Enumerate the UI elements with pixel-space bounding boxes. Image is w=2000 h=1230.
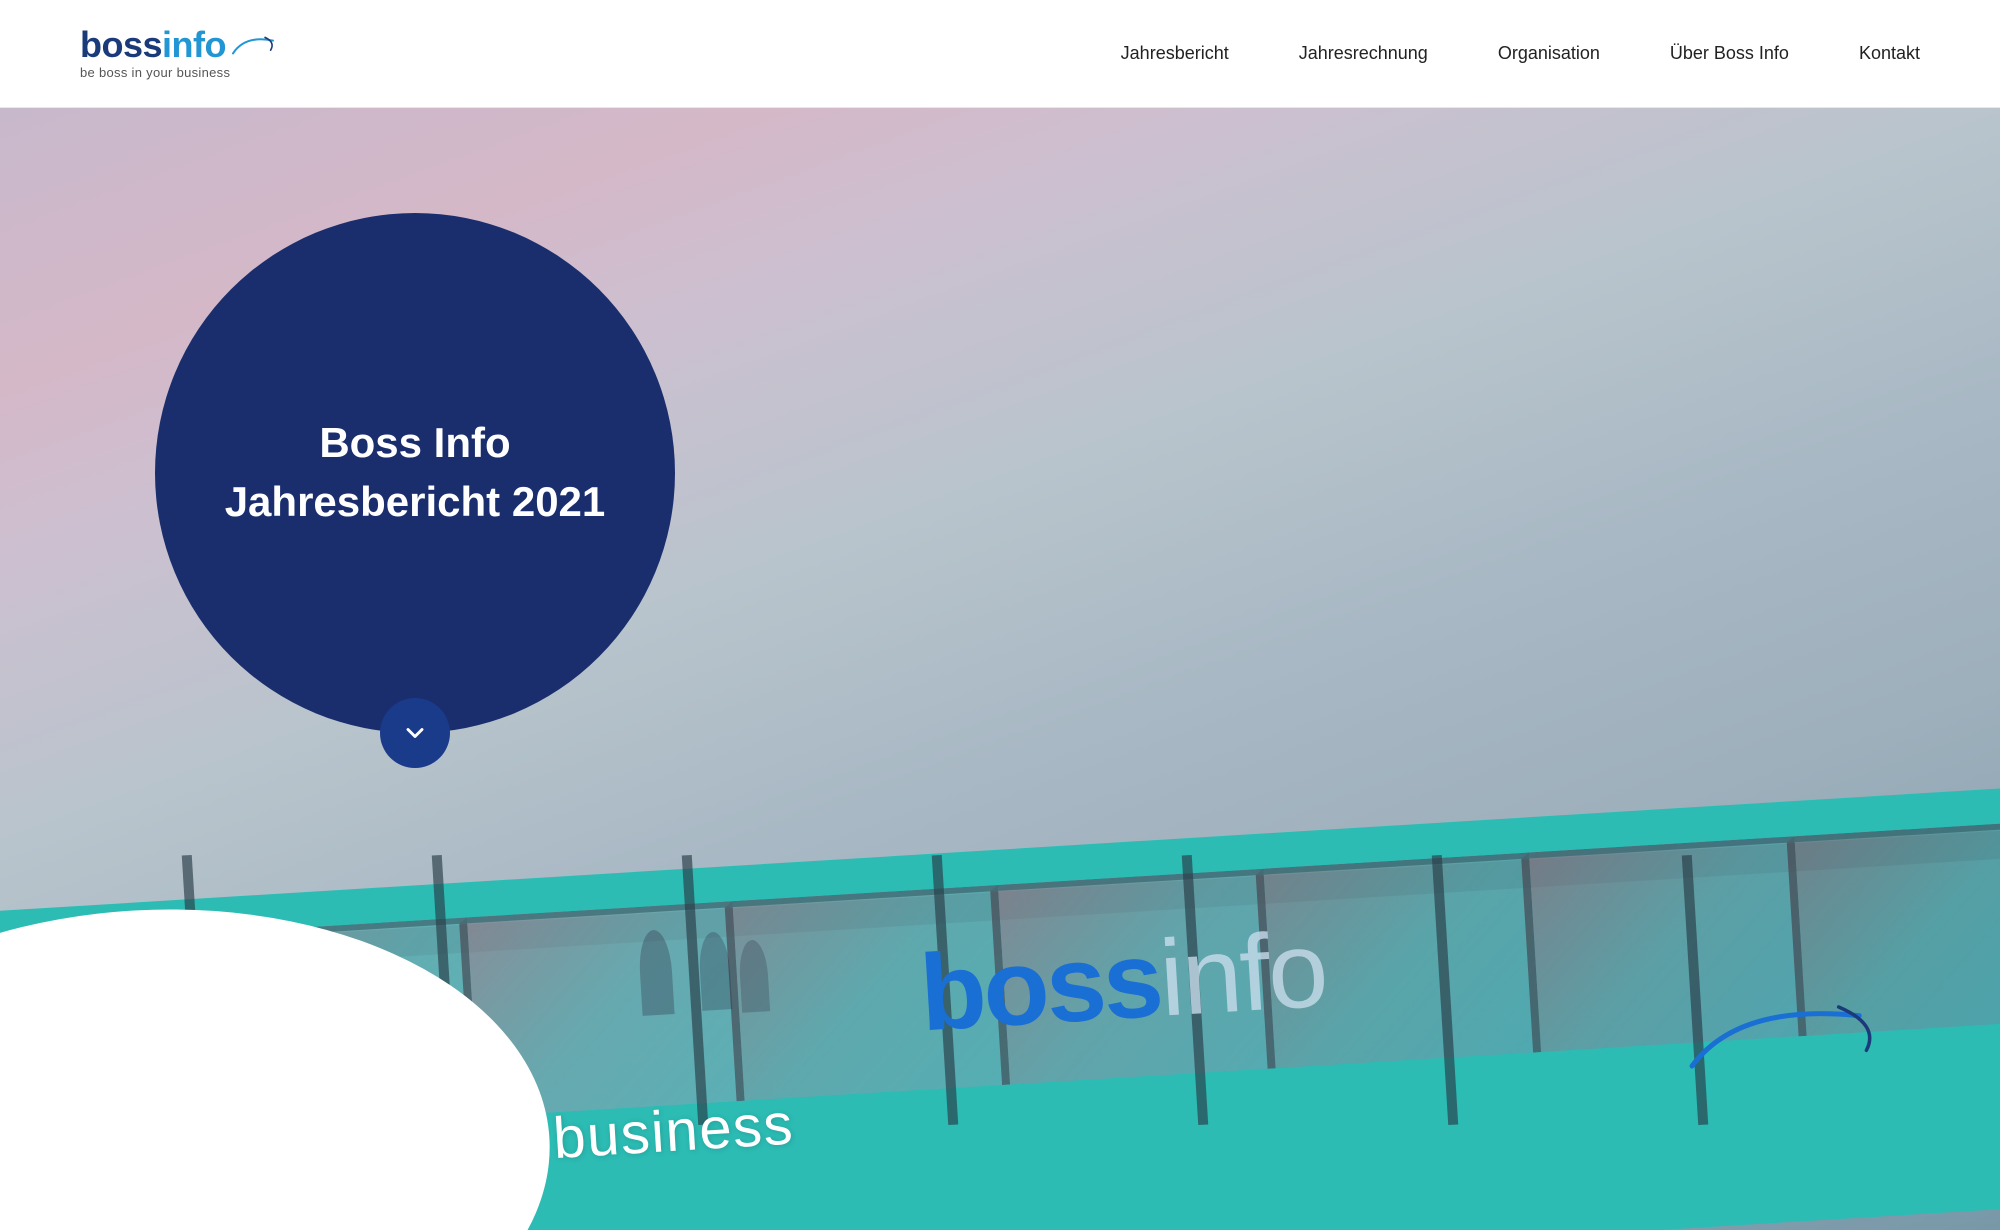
logo-boss: boss: [80, 24, 162, 65]
hero-title: Boss Info Jahresbericht 2021: [225, 414, 606, 532]
nav-organisation[interactable]: Organisation: [1498, 43, 1600, 64]
building-info-text: info: [1157, 915, 1329, 1033]
hero-circle: Boss Info Jahresbericht 2021: [155, 213, 675, 733]
building-swoosh-icon: [1677, 973, 1903, 1086]
site-header: bossinfo be boss in your business Jahres…: [0, 0, 2000, 108]
building-brand-text: bossinfo: [917, 915, 1329, 1048]
building-boss-text: boss: [917, 925, 1163, 1047]
main-nav: Jahresbericht Jahresrechnung Organisatio…: [1121, 43, 1920, 64]
scroll-down-button[interactable]: [380, 698, 450, 768]
nav-uber-boss-info[interactable]: Über Boss Info: [1670, 43, 1789, 64]
chevron-down-icon: [401, 719, 429, 747]
logo-tagline: be boss in your business: [80, 65, 230, 80]
nav-jahresbericht[interactable]: Jahresbericht: [1121, 43, 1229, 64]
logo-info: info: [162, 24, 226, 65]
nav-kontakt[interactable]: Kontakt: [1859, 43, 1920, 64]
hero-section: bossinfo be boss in your business Boss I…: [0, 108, 2000, 1230]
logo-swoosh-icon: [228, 31, 278, 59]
logo[interactable]: bossinfo be boss in your business: [80, 27, 278, 80]
nav-jahresrechnung[interactable]: Jahresrechnung: [1299, 43, 1428, 64]
